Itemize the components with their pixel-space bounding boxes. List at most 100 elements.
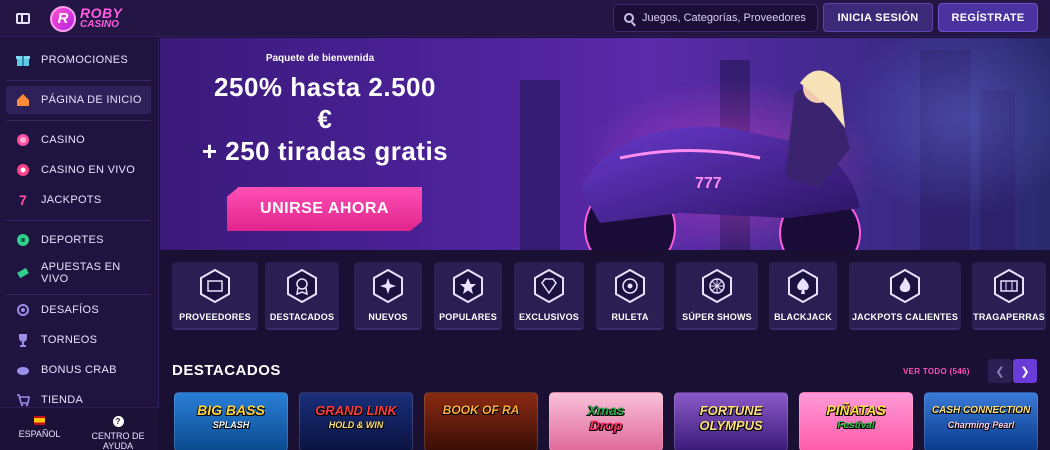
chip-icon xyxy=(16,133,30,147)
carousel-prev-button[interactable]: ❮ xyxy=(988,359,1012,383)
hero-banner[interactable]: 777 Paquete de bienvenida 250% hasta 2.5… xyxy=(160,38,1050,250)
star-icon xyxy=(453,269,483,303)
sidebar-item-bonus-crab[interactable]: BONUS CRAB xyxy=(6,356,151,384)
category-label: POPULARES xyxy=(439,312,497,322)
chevron-right-icon: ❯ xyxy=(1020,365,1030,378)
sidebar-item-deportes[interactable]: DEPORTES xyxy=(6,226,151,254)
game-title: GRAND LINK HOLD & WIN xyxy=(300,403,412,433)
game-tile[interactable]: BOOK OF RA xyxy=(424,392,538,450)
game-subtitle: Drop xyxy=(589,417,623,433)
game-title: BIG BASS SPLASH xyxy=(175,403,287,433)
category-label: BLACKJACK xyxy=(774,312,832,322)
logo[interactable]: R ROBY CASINO xyxy=(50,4,122,33)
sidebar-item-label: CASINO xyxy=(41,134,85,146)
category-blackjack[interactable]: BLACKJACK xyxy=(769,262,837,330)
ticket-icon xyxy=(16,266,30,280)
hero-subtitle: Paquete de bienvenida xyxy=(265,53,375,64)
hero-title-line: + 250 tiradas gratis xyxy=(201,136,449,166)
game-tile[interactable]: CASH CONNECTION Charming Pearl xyxy=(924,392,1038,450)
featured-games: BIG BASS SPLASH GRAND LINK HOLD & WIN BO… xyxy=(172,392,1050,450)
hero-title: 250% hasta 2.500 € + 250 tiradas gratis xyxy=(160,71,490,167)
game-tile[interactable]: FORTUNE OLYMPUS xyxy=(674,392,788,450)
logo-text-bottom: CASINO xyxy=(80,18,119,30)
game-tile[interactable]: BIG BASS SPLASH xyxy=(174,392,288,450)
gift-icon xyxy=(16,53,30,67)
category-label: RULETA xyxy=(611,312,649,322)
game-name: BOOK OF RA xyxy=(442,403,520,417)
section-title: DESTACADOS xyxy=(172,362,281,379)
game-title: PIÑATAS Festival xyxy=(800,403,912,433)
spain-flag-icon xyxy=(34,416,45,425)
logo-text-top: ROBY xyxy=(80,4,123,21)
category-tragaperras[interactable]: TRAGAPERRAS xyxy=(972,262,1046,330)
diamond-icon xyxy=(534,269,564,303)
sidebar-item-promociones[interactable]: PROMOCIONES xyxy=(6,46,151,74)
join-now-button[interactable]: UNIRSE AHORA xyxy=(227,187,422,231)
slot-icon xyxy=(994,269,1024,303)
category-ruleta[interactable]: RULETA xyxy=(596,262,664,330)
motorbike-rider-illustration: 777 xyxy=(580,70,861,250)
sidebar-item-torneos[interactable]: TORNEOS xyxy=(6,326,151,354)
flame-icon xyxy=(890,269,920,303)
login-button[interactable]: INICIA SESIÓN xyxy=(823,3,933,32)
sidebar-item-label: TIENDA xyxy=(41,394,84,406)
help-icon: ? xyxy=(112,416,124,427)
menu-toggle-icon[interactable] xyxy=(10,8,36,29)
category-populares[interactable]: POPULARES xyxy=(434,262,502,330)
search-box[interactable] xyxy=(613,4,818,32)
game-name: Xmas xyxy=(587,402,625,418)
category-nuevos[interactable]: NUEVOS xyxy=(354,262,422,330)
game-title: BOOK OF RA xyxy=(425,403,537,418)
view-all-link[interactable]: VER TODO (546) xyxy=(903,367,970,376)
sparkle-icon xyxy=(373,269,403,303)
sidebar-item-apuestas-en-vivo[interactable]: APUESTAS EN VIVO xyxy=(6,256,151,290)
game-name: FORTUNE xyxy=(699,403,763,418)
seven-icon: 7 xyxy=(18,192,28,208)
category-bar: PROVEEDORES DESTACADOS NUEVOS POPULARES … xyxy=(172,262,1050,330)
spade-icon xyxy=(788,269,818,303)
sidebar-item-label: CASINO EN VIVO xyxy=(41,164,136,176)
sidebar-item-casino-en-vivo[interactable]: CASINO EN VIVO xyxy=(6,156,151,184)
sidebar-item-inicio[interactable]: PÁGINA DE INICIO xyxy=(6,86,151,114)
category-proveedores[interactable]: PROVEEDORES xyxy=(172,262,258,330)
game-subtitle: OLYMPUS xyxy=(699,418,763,433)
game-subtitle: SPLASH xyxy=(212,420,250,430)
sidebar-divider xyxy=(6,220,151,221)
carousel-next-button[interactable]: ❯ xyxy=(1013,359,1037,383)
sidebar-item-casino[interactable]: CASINO xyxy=(6,126,151,154)
game-name: GRAND LINK xyxy=(315,403,397,418)
game-tile[interactable]: GRAND LINK HOLD & WIN xyxy=(299,392,413,450)
ball-icon xyxy=(16,233,30,247)
sidebar-divider xyxy=(6,120,151,121)
help-center-link[interactable]: ? CENTRO DE AYUDA xyxy=(78,416,158,450)
sidebar-item-label: DEPORTES xyxy=(41,234,104,246)
folder-icon xyxy=(200,269,230,303)
crab-icon xyxy=(16,363,30,377)
game-name: CASH CONNECTION xyxy=(931,405,1031,416)
category-destacados[interactable]: DESTACADOS xyxy=(265,262,339,330)
search-input[interactable] xyxy=(642,12,812,24)
game-tile[interactable]: Xmas Drop xyxy=(549,392,663,450)
register-button[interactable]: REGÍSTRATE xyxy=(938,3,1038,32)
game-tile[interactable]: PIÑATAS Festival xyxy=(799,392,913,450)
sidebar-item-label: PÁGINA DE INICIO xyxy=(41,94,142,106)
roulette-icon xyxy=(615,269,645,303)
category-jackpots-calientes[interactable]: JACKPOTS CALIENTES xyxy=(849,262,961,330)
sidebar-item-label: BONUS CRAB xyxy=(41,364,117,376)
language-selector[interactable]: ESPAÑOL xyxy=(12,416,67,439)
medal-icon xyxy=(16,303,30,317)
game-title: Xmas Drop xyxy=(550,403,662,433)
game-name: PIÑATAS xyxy=(826,402,886,418)
sidebar-divider xyxy=(6,80,151,81)
bike-plate: 777 xyxy=(695,175,722,192)
game-subtitle: Festival xyxy=(837,420,875,431)
search-icon xyxy=(624,13,634,23)
category-label: SÚPER SHOWS xyxy=(682,312,752,322)
category-super-shows[interactable]: SÚPER SHOWS xyxy=(676,262,758,330)
sidebar-item-desafios[interactable]: DESAFÍOS xyxy=(6,296,151,324)
help-label: CENTRO DE AYUDA xyxy=(91,431,145,450)
category-label: TRAGAPERRAS xyxy=(973,312,1045,322)
sidebar-item-jackpots[interactable]: 7 JACKPOTS xyxy=(6,186,151,214)
category-label: EXCLUSIVOS xyxy=(518,312,579,322)
category-exclusivos[interactable]: EXCLUSIVOS xyxy=(514,262,584,330)
